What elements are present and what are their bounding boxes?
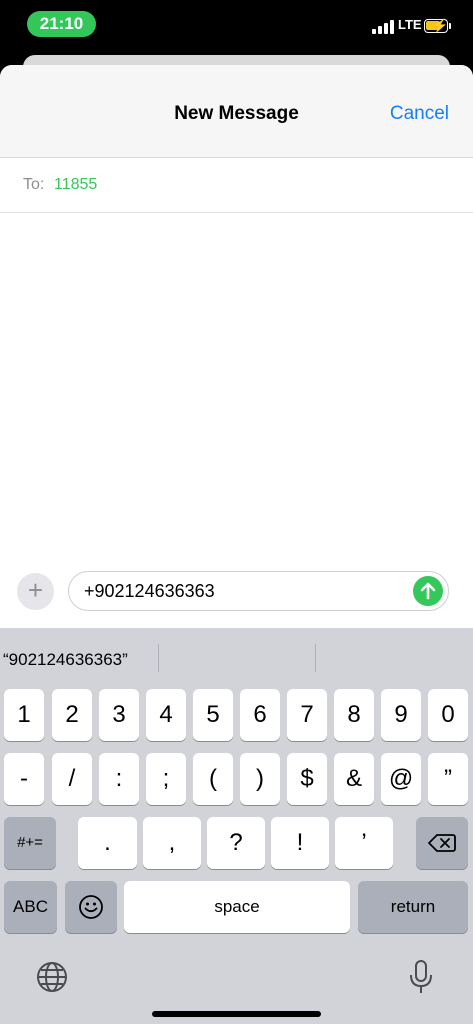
network-type: LTE [398, 17, 422, 32]
status-bar: 21:10 LTE ⚡ [0, 0, 473, 52]
key-6[interactable]: 6 [240, 689, 280, 741]
status-time[interactable]: 21:10 [27, 11, 96, 37]
plus-icon: + [27, 575, 44, 605]
cancel-button[interactable]: Cancel [390, 103, 449, 125]
recipient-token[interactable]: 11855 [54, 176, 97, 194]
key-slash[interactable]: / [52, 753, 92, 805]
key-apostrophe[interactable]: ’ [335, 817, 393, 869]
key-quote[interactable]: ” [428, 753, 468, 805]
delete-key[interactable] [416, 817, 468, 869]
keyboard: “902124636363” 1 2 3 4 5 6 7 8 9 0 - / :… [0, 628, 473, 1024]
key-4[interactable]: 4 [146, 689, 186, 741]
key-exclamation[interactable]: ! [271, 817, 329, 869]
suggestion-divider [158, 644, 159, 672]
globe-icon[interactable] [36, 961, 68, 993]
suggestion-divider [315, 644, 316, 672]
battery-icon: ⚡ [424, 18, 448, 33]
symbols-toggle-key[interactable]: #+= [4, 817, 56, 869]
key-7[interactable]: 7 [287, 689, 327, 741]
key-1[interactable]: 1 [4, 689, 44, 741]
home-indicator[interactable] [152, 1011, 321, 1017]
key-period[interactable]: . [78, 817, 137, 869]
key-hyphen[interactable]: - [4, 753, 44, 805]
recipient-field[interactable]: To: 11855 [0, 158, 473, 213]
key-ampersand[interactable]: & [334, 753, 374, 805]
key-2[interactable]: 2 [52, 689, 92, 741]
microphone-icon[interactable] [408, 959, 434, 995]
apps-plus-button[interactable]: + [17, 573, 54, 610]
delete-icon [428, 834, 456, 852]
key-dollar[interactable]: $ [287, 753, 327, 805]
key-colon[interactable]: : [99, 753, 139, 805]
space-key[interactable]: space [124, 881, 350, 933]
message-text: +902124636363 [84, 581, 215, 601]
suggestion-item[interactable]: “902124636363” [3, 650, 128, 670]
message-input[interactable]: +902124636363 [68, 571, 449, 611]
nav-bar: New Message Cancel [0, 65, 473, 158]
emoji-icon [79, 895, 103, 919]
key-9[interactable]: 9 [381, 689, 421, 741]
return-key[interactable]: return [358, 881, 468, 933]
signal-icon [372, 20, 396, 34]
send-arrow-icon [420, 582, 436, 600]
key-close-paren[interactable]: ) [240, 753, 280, 805]
key-question[interactable]: ? [207, 817, 265, 869]
key-8[interactable]: 8 [334, 689, 374, 741]
emoji-key[interactable] [65, 881, 117, 933]
suggestion-bar: “902124636363” [0, 628, 473, 688]
key-3[interactable]: 3 [99, 689, 139, 741]
key-semicolon[interactable]: ; [146, 753, 186, 805]
key-5[interactable]: 5 [193, 689, 233, 741]
key-comma[interactable]: , [143, 817, 201, 869]
key-0[interactable]: 0 [428, 689, 468, 741]
battery-tip [449, 23, 451, 29]
abc-key[interactable]: ABC [4, 881, 57, 933]
key-at[interactable]: @ [381, 753, 421, 805]
send-button[interactable] [413, 576, 443, 606]
key-open-paren[interactable]: ( [193, 753, 233, 805]
to-label: To: [23, 176, 45, 193]
